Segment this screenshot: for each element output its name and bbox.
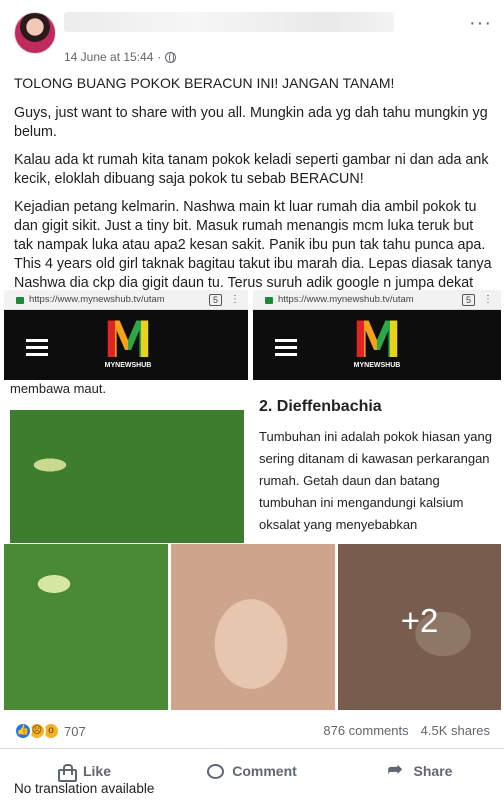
site-navbar: M MYNEWSHUB <box>253 310 501 380</box>
globe-icon <box>165 51 177 63</box>
tab-count-icon: 5 <box>461 293 475 306</box>
more-photos-tile[interactable]: +2 <box>338 544 501 710</box>
article-cut-text: membawa maut. <box>10 381 107 396</box>
photo-grid-bottom: +2 <box>0 544 504 710</box>
mynewshub-logo: M MYNEWSHUB <box>103 311 153 369</box>
tab-count-icon: 5 <box>208 293 222 306</box>
comment-button[interactable]: Comment <box>168 750 336 792</box>
plant-photo[interactable] <box>4 544 168 710</box>
comment-bubble-icon <box>207 763 225 779</box>
hamburger-menu-icon <box>26 339 48 360</box>
mynewshub-logo: M MYNEWSHUB <box>352 311 402 369</box>
share-arrow-icon <box>388 759 406 780</box>
dieffenbachia-photo <box>10 410 244 543</box>
reaction-count: 707 <box>64 723 86 739</box>
thumbs-up-icon <box>57 762 77 782</box>
article-heading: 2. Dieffenbachia <box>259 398 382 415</box>
more-options-button[interactable]: ··· <box>469 12 492 35</box>
post-meta: 14 June at 15:44 · <box>64 50 177 64</box>
shares-count[interactable]: 4.5K shares <box>421 723 490 738</box>
photo-screenshot-right[interactable]: https://www.mynewshub.tv/utam 5 ⋮ M MYNE… <box>253 290 501 543</box>
browser-url: https://www.mynewshub.tv/utam <box>278 294 414 305</box>
lock-icon <box>16 297 24 304</box>
post-header: 14 June at 15:44 · ··· <box>0 0 504 66</box>
post-text-container: TOLONG BUANG POKOK BERACUN INI! JANGAN T… <box>0 66 504 290</box>
like-icon: 👍 <box>14 722 32 740</box>
photo-grid-top: https://www.mynewshub.tv/utam 5 ⋮ M MYNE… <box>0 290 504 543</box>
like-label: Like <box>82 763 111 779</box>
post-paragraph: Kalau ada kt rumah kita tanam pokok kela… <box>14 152 489 187</box>
site-navbar: M MYNEWSHUB <box>4 310 248 380</box>
more-photos-count: +2 <box>400 602 439 639</box>
comments-count[interactable]: 876 comments <box>323 723 408 738</box>
reactions-summary[interactable]: 👍 ☹ o 707 <box>14 722 86 740</box>
browser-url: https://www.mynewshub.tv/utam <box>29 294 165 305</box>
post-paragraph: Kejadian petang kelmarin. Nashwa main kt… <box>14 199 492 290</box>
post-paragraph: Guys, just want to share with you all. M… <box>14 105 488 140</box>
post-text: TOLONG BUANG POKOK BERACUN INI! JANGAN T… <box>14 74 492 290</box>
browser-menu-icon: ⋮ <box>483 294 493 305</box>
browser-url-bar: https://www.mynewshub.tv/utam 5 ⋮ <box>253 290 501 310</box>
post-timestamp[interactable]: 14 June at 15:44 <box>64 50 153 64</box>
browser-menu-icon: ⋮ <box>230 294 240 305</box>
browser-url-bar: https://www.mynewshub.tv/utam 5 ⋮ <box>4 290 248 310</box>
post-stats: 👍 ☹ o 707 876 comments 4.5K shares <box>0 713 504 749</box>
photo-screenshot-left[interactable]: https://www.mynewshub.tv/utam 5 ⋮ M MYNE… <box>4 290 250 543</box>
engagement-counts: 876 comments 4.5K shares <box>323 723 490 738</box>
hamburger-menu-icon <box>275 339 297 360</box>
share-button[interactable]: Share <box>336 750 504 792</box>
author-name-redacted[interactable] <box>64 12 394 32</box>
share-label: Share <box>413 763 453 779</box>
article-body: membawa maut. <box>4 380 248 543</box>
translation-note: No translation available <box>14 781 155 796</box>
article-paragraph: Tumbuhan ini adalah pokok hiasan yang se… <box>259 429 492 532</box>
post-headline: TOLONG BUANG POKOK BERACUN INI! JANGAN T… <box>14 75 395 91</box>
article-body: 2. Dieffenbachia Tumbuhan ini adalah pok… <box>253 380 501 536</box>
author-avatar[interactable] <box>14 12 56 54</box>
comment-label: Comment <box>232 763 297 779</box>
child-photo[interactable] <box>171 544 335 710</box>
lock-icon <box>265 297 273 304</box>
